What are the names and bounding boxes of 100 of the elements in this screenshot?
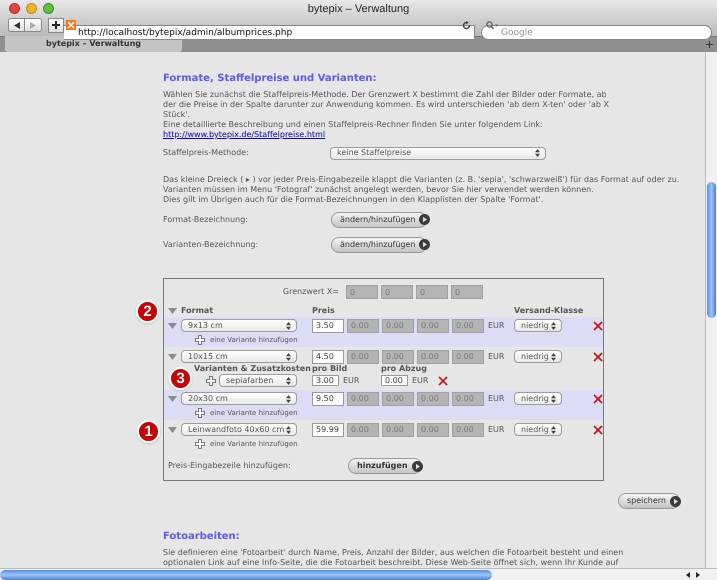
delete-icon[interactable] [593, 320, 603, 330]
threshold-label: Grenzwert X= [282, 287, 339, 297]
delete-icon[interactable] [593, 394, 603, 404]
select-value: Leinwandfoto 40x60 cm [188, 424, 284, 434]
horizontal-scrollbar[interactable] [0, 568, 717, 580]
scrollbar-thumb[interactable] [707, 182, 716, 318]
variant-select[interactable]: sepiafarben [219, 374, 297, 387]
shipping-select[interactable]: niedrig [514, 319, 562, 332]
select-value: niedrig [521, 424, 549, 434]
variant-price-input[interactable]: 3.00 [312, 375, 339, 386]
setting-label: Varianten-Bezeichnung: [163, 240, 260, 250]
info-link[interactable]: http://www.bytepix.de/Staffelpreise.html [163, 130, 326, 140]
search-icon[interactable] [486, 20, 498, 30]
collapse-triangle-icon[interactable] [168, 354, 177, 360]
shipping-select[interactable]: niedrig [514, 423, 562, 436]
site-favicon-icon [66, 20, 76, 30]
minimize-button[interactable] [26, 2, 37, 14]
delete-icon[interactable] [593, 424, 603, 434]
select-value: sepiafarben [226, 376, 274, 386]
collapse-triangle-icon[interactable] [168, 396, 177, 402]
price-input[interactable]: 9.50 [312, 392, 344, 406]
setting-label: Format-Bezeichnung: [163, 214, 249, 224]
select-value: niedrig [521, 352, 549, 362]
delete-icon[interactable] [438, 376, 448, 386]
intro-paragraph: Eine detaillierte Beschreibung und einen Staffelpreis-Rechner finden Sie unter folgendem Link: [163, 120, 544, 130]
delete-icon[interactable] [593, 352, 603, 362]
up-down-arrows-icon [286, 322, 291, 330]
price-input[interactable]: 3.50 [312, 318, 344, 332]
plus-icon[interactable] [206, 376, 216, 386]
plus-icon[interactable] [195, 334, 205, 344]
zoom-button[interactable] [43, 2, 54, 14]
new-tab-icon[interactable] [706, 41, 713, 48]
currency-label: EUR [488, 394, 506, 404]
format-select[interactable]: 9x13 cm [181, 319, 297, 332]
currency-label: EUR [488, 352, 506, 362]
select-value: niedrig [521, 394, 549, 404]
select-value: keine Staffelpreise [337, 148, 412, 158]
column-header: Preis [312, 306, 336, 316]
close-button[interactable] [9, 2, 20, 14]
up-down-arrows-icon [551, 426, 556, 434]
scrollbar-thumb[interactable] [0, 570, 492, 580]
select-value: 9x13 cm [188, 320, 223, 330]
currency-label: EUR [343, 376, 360, 386]
column-header: Format [181, 306, 214, 316]
change-add-button[interactable]: ändern/hinzufügen [331, 236, 427, 252]
back-button[interactable] [8, 18, 25, 32]
add-bookmark-button[interactable] [48, 18, 64, 32]
up-down-arrows-icon [286, 426, 291, 434]
price-input[interactable]: 4.50 [312, 350, 344, 364]
info-paragraph: Das kleine Dreieck ( ▸ ) vor jeder Preis-Eingabezeile klappt die Varianten (z. B. 'sepia', 'schwarzweiß') für das Format auf oder zu. [163, 175, 680, 185]
format-select[interactable]: 10x15 cm [181, 350, 297, 363]
save-button[interactable]: speichern [618, 493, 680, 509]
select-value: 20x30 cm [188, 394, 228, 404]
variants-heading: Varianten & Zusatzkosten [194, 364, 312, 374]
up-down-arrows-icon [286, 352, 291, 360]
numbered-badge: 2 [136, 300, 159, 323]
currency-label: EUR [412, 376, 430, 386]
info-paragraph: Varianten müssen im Menu 'Fotograf' zunächst angelegt werden, bevor Sie hier verwendet werden können. [163, 185, 595, 194]
window-title: bytepix – Verwaltung [308, 2, 410, 17]
reload-icon[interactable] [462, 20, 471, 30]
per-image-heading: pro Bild [312, 364, 348, 374]
up-down-arrows-icon [551, 322, 556, 330]
fotoarbeiten-paragraph: Sie definieren eine 'Fotoarbeit' durch Name, Preis, Anzahl der Bilder, aus welchen die Fotoarbeit besteht und einen optionalen Link auf eine Info-Seite, die die Fotoarbeit beschreibt. Diese Web-Seite öffnet sich, wenn Ihr Kunde auf [163, 548, 624, 568]
numbered-badge: 1 [137, 420, 160, 443]
collapse-triangle-icon[interactable] [168, 322, 177, 328]
currency-label: EUR [488, 320, 506, 330]
select-value: 10x15 cm [188, 352, 228, 362]
play-circle-icon [670, 496, 681, 506]
expand-all-triangle-icon[interactable] [168, 308, 177, 314]
play-circle-icon [412, 460, 423, 472]
numbered-badge: 3 [169, 367, 192, 390]
up-down-arrows-icon [286, 394, 291, 402]
search-field[interactable]: Google [481, 25, 712, 40]
method-select[interactable]: keine Staffelpreise [330, 146, 546, 160]
play-circle-icon [419, 239, 430, 250]
format-select[interactable]: Leinwandfoto 40x60 cm [181, 423, 297, 436]
url-field[interactable]: http://localhost/bytepix/admin/albumprices.php [64, 25, 475, 40]
column-header: Versand-Klasse [514, 306, 584, 316]
format-select[interactable]: 20x30 cm [181, 392, 297, 405]
price-input[interactable]: 59.99 [312, 422, 344, 436]
collapse-triangle-icon[interactable] [168, 426, 177, 432]
variant-print-input[interactable]: 0.00 [381, 375, 408, 386]
shipping-select[interactable]: niedrig [514, 392, 562, 405]
back-arrow-icon [14, 22, 20, 28]
section-heading: Formate, Staffelpreise und Varianten: [163, 73, 378, 85]
plus-icon[interactable] [195, 438, 205, 448]
up-down-arrows-icon [551, 352, 556, 360]
add-row-label: Preis-Eingabezeile hinzufügen: [168, 461, 292, 471]
currency-label: EUR [488, 424, 506, 434]
plus-icon[interactable] [195, 408, 205, 418]
section-heading: Fotoarbeiten: [163, 531, 241, 543]
change-add-button[interactable]: ändern/hinzufügen [331, 212, 427, 228]
up-down-arrows-icon [286, 376, 291, 384]
shipping-select[interactable]: niedrig [514, 350, 562, 363]
add-row-button[interactable]: hinzufügen [348, 458, 422, 474]
plus-icon [52, 21, 60, 29]
forward-arrow-icon [30, 22, 36, 28]
select-value: niedrig [521, 320, 549, 330]
vertical-scrollbar[interactable] [705, 52, 717, 568]
intro-paragraph: Wählen Sie zunächst die Staffelpreis-Methode. Der Grenzwert X bestimmt die Zahl der Bilder oder Formate, ab der die Preise in der Spalte darunter zur Anwendung kommen. Es wird unterschieden 'ab dem X-ten' oder 'ab X Stück'. [163, 90, 610, 120]
